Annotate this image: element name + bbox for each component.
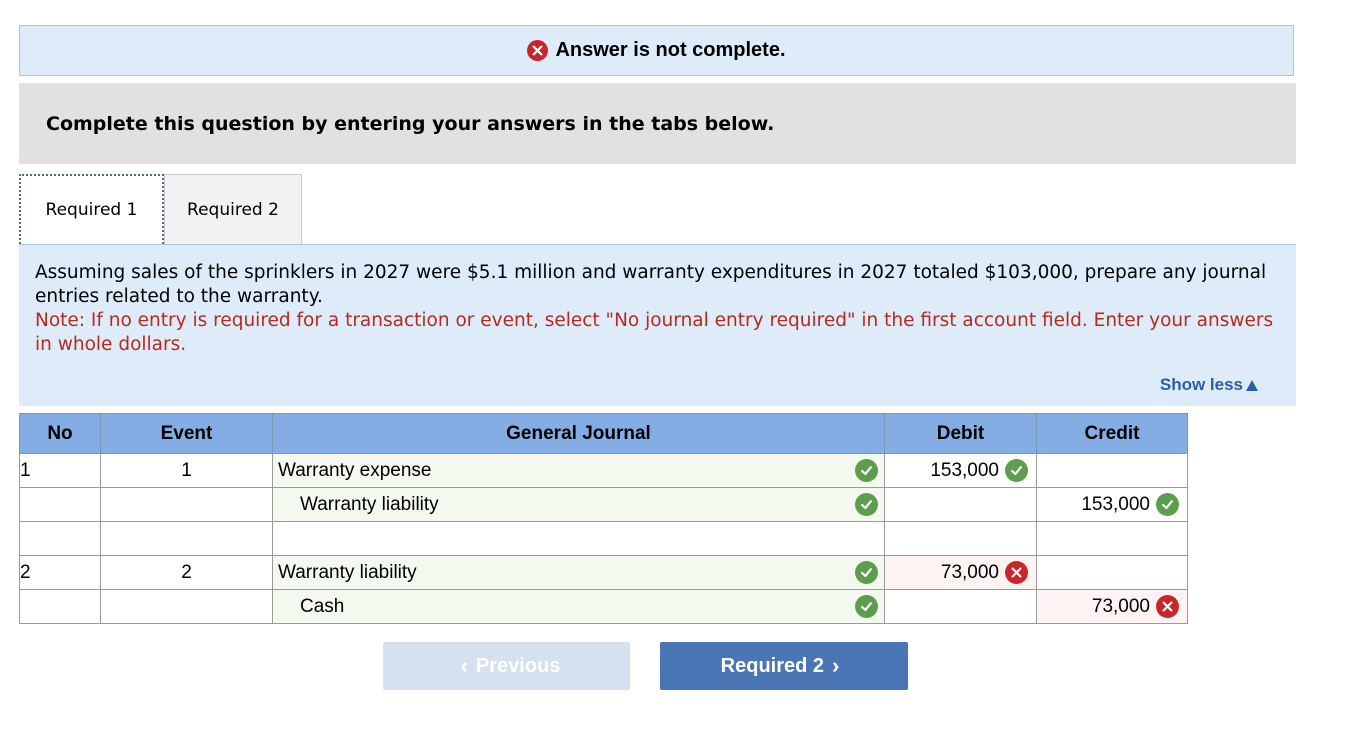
previous-label: Previous xyxy=(475,654,561,677)
account-field[interactable]: Cash xyxy=(272,589,885,624)
account-field[interactable]: Warranty liability xyxy=(272,487,885,522)
row-no: 2 xyxy=(19,555,101,590)
check-icon xyxy=(855,493,878,516)
account-name: Cash xyxy=(300,595,345,617)
account-name: Warranty liability xyxy=(300,493,439,515)
row-event: 2 xyxy=(100,555,273,590)
debit-field[interactable] xyxy=(884,487,1037,522)
check-icon xyxy=(1005,459,1028,482)
account-name: Warranty expense xyxy=(278,459,432,481)
credit-field[interactable] xyxy=(1036,453,1188,488)
credit-field[interactable]: 73,000 xyxy=(1036,589,1188,624)
credit-field[interactable] xyxy=(1036,555,1188,590)
chevron-right-icon: › xyxy=(832,653,840,678)
question-panel: Assuming sales of the sprinklers in 2027… xyxy=(19,244,1296,406)
debit-amount: 153,000 xyxy=(930,459,999,481)
table-row xyxy=(19,521,1188,556)
account-field[interactable]: Warranty expense xyxy=(272,453,885,488)
x-icon xyxy=(527,40,549,61)
table-row: Warranty liability 153,000 xyxy=(19,487,1188,522)
debit-amount: 73,000 xyxy=(940,561,999,583)
debit-field[interactable]: 73,000 xyxy=(884,555,1037,590)
row-event: 1 xyxy=(100,453,273,488)
question-text: Assuming sales of the sprinklers in 2027… xyxy=(35,262,1267,307)
status-banner: Answer is not complete. xyxy=(19,25,1294,76)
tab-label: Required 1 xyxy=(45,200,138,220)
tab-label: Required 2 xyxy=(187,199,279,220)
header-general-journal: General Journal xyxy=(272,413,885,454)
check-icon xyxy=(855,459,878,482)
row-no xyxy=(19,521,101,556)
tab-required-2[interactable]: Required 2 xyxy=(164,174,302,244)
tab-required-1[interactable]: Required 1 xyxy=(19,174,164,244)
row-event xyxy=(100,589,273,624)
check-icon xyxy=(855,595,878,618)
next-label: Required 2 xyxy=(720,654,825,677)
credit-field[interactable]: 153,000 xyxy=(1036,487,1188,522)
account-field[interactable]: Warranty liability xyxy=(272,555,885,590)
header-debit: Debit xyxy=(884,413,1037,454)
row-event xyxy=(100,487,273,522)
row-event xyxy=(100,521,273,556)
instructions-box: Complete this question by entering your … xyxy=(19,83,1296,164)
status-text: Answer is not complete. xyxy=(555,39,786,61)
note-text: Note: If no entry is required for a tran… xyxy=(35,310,1274,355)
table-header-row: No Event General Journal Debit Credit xyxy=(19,413,1188,454)
row-no xyxy=(19,589,101,624)
check-icon xyxy=(1156,493,1179,516)
header-credit: Credit xyxy=(1036,413,1188,454)
table-row: Cash 73,000 xyxy=(19,589,1188,624)
chevron-left-icon: ‹ xyxy=(460,653,468,678)
debit-field[interactable] xyxy=(884,521,1037,556)
credit-field[interactable] xyxy=(1036,521,1188,556)
show-less-link[interactable]: Show less xyxy=(1160,373,1258,397)
account-name: Warranty liability xyxy=(278,561,417,583)
previous-button[interactable]: ‹ Previous xyxy=(383,642,630,690)
header-no: No xyxy=(19,413,101,454)
table-row: 1 1 Warranty expense 153,000 xyxy=(19,453,1188,488)
row-no xyxy=(19,487,101,522)
debit-field[interactable]: 153,000 xyxy=(884,453,1037,488)
table-row: 2 2 Warranty liability 73,000 xyxy=(19,555,1188,590)
debit-field[interactable] xyxy=(884,589,1037,624)
x-icon xyxy=(1156,595,1179,618)
journal-table: No Event General Journal Debit Credit 1 … xyxy=(19,413,1188,624)
show-less-label: Show less xyxy=(1159,375,1243,394)
account-field[interactable] xyxy=(272,521,885,556)
required-2-button[interactable]: Required 2 › xyxy=(660,642,908,690)
header-event: Event xyxy=(100,413,273,454)
check-icon xyxy=(855,561,878,584)
credit-amount: 73,000 xyxy=(1091,595,1150,617)
x-icon xyxy=(1005,561,1028,584)
row-no: 1 xyxy=(19,453,101,488)
credit-amount: 153,000 xyxy=(1081,493,1150,515)
triangle-up-icon xyxy=(1246,379,1258,391)
instructions-text: Complete this question by entering your … xyxy=(46,112,775,135)
